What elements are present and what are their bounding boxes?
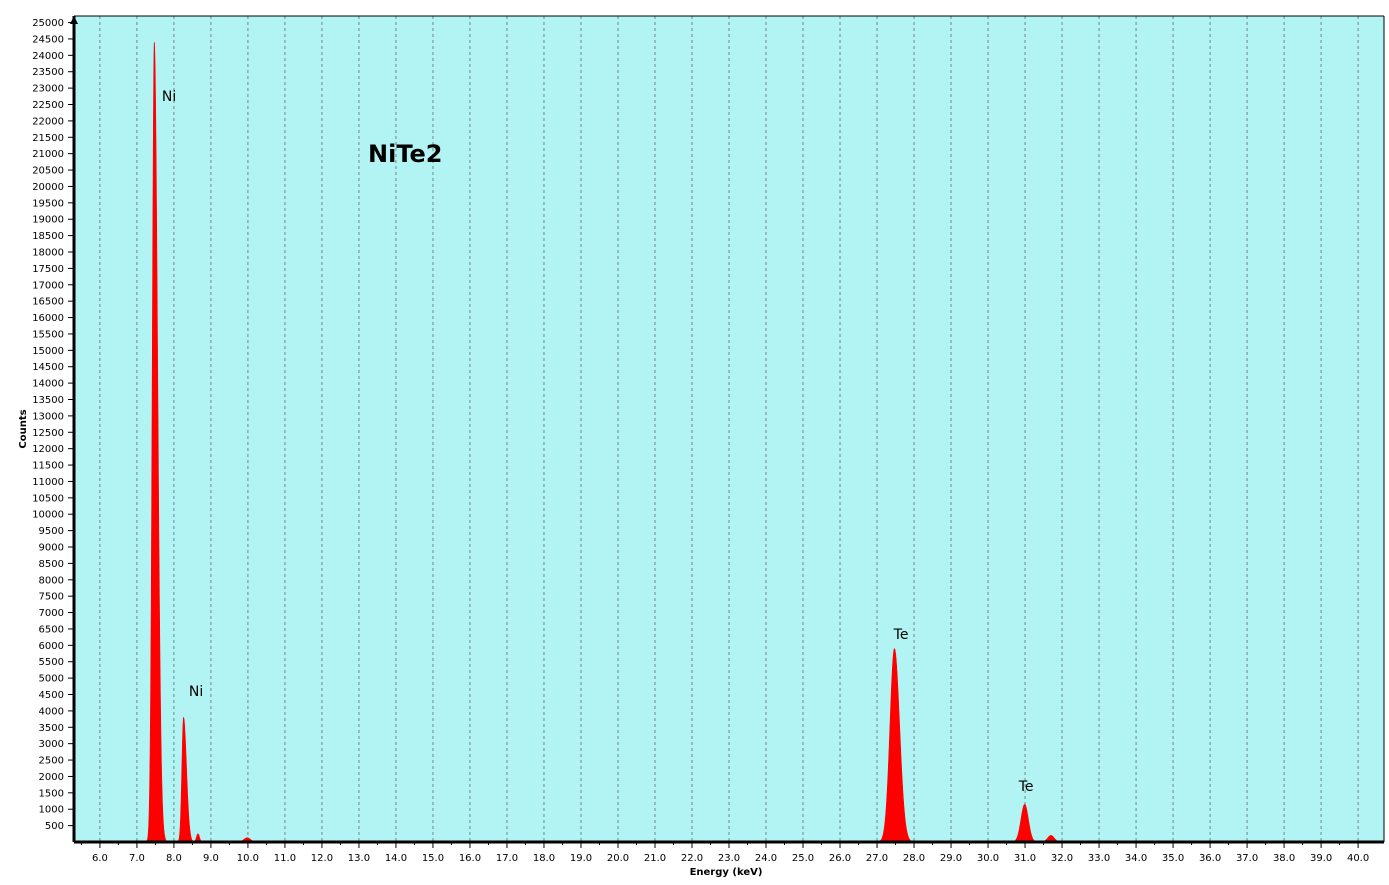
x-tick-label: 29.0 — [940, 853, 962, 864]
y-tick-label: 12000 — [32, 444, 64, 455]
y-tick-label: 17000 — [32, 280, 64, 291]
x-tick-label: 9.0 — [203, 853, 219, 864]
y-tick-label: 4000 — [39, 706, 64, 717]
y-tick-label: 8000 — [39, 575, 64, 586]
y-tick-label: 11500 — [32, 461, 64, 472]
x-tick-label: 26.0 — [829, 853, 851, 864]
peak-label: Ni — [189, 684, 203, 700]
y-tick-label: 5000 — [39, 674, 64, 685]
y-tick-label: 10000 — [32, 510, 64, 521]
y-axis-title: Counts — [18, 409, 29, 448]
y-tick-label: 20000 — [32, 182, 64, 193]
y-tick-label: 16500 — [32, 297, 64, 308]
x-tick-label: 15.0 — [422, 853, 444, 864]
x-tick-label: 38.0 — [1273, 853, 1295, 864]
y-tick-label: 18000 — [32, 248, 64, 259]
x-tick-label: 8.0 — [166, 853, 182, 864]
y-tick-label: 9500 — [39, 526, 64, 537]
x-tick-label: 37.0 — [1236, 853, 1258, 864]
x-tick-label: 31.0 — [1014, 853, 1036, 864]
y-tick-label: 11000 — [32, 477, 64, 488]
x-tick-label: 14.0 — [385, 853, 407, 864]
y-tick-label: 1000 — [39, 805, 64, 816]
x-tick-label: 23.0 — [718, 853, 740, 864]
y-tick-label: 14500 — [32, 362, 64, 373]
y-tick-label: 8500 — [39, 559, 64, 570]
x-tick-label: 33.0 — [1088, 853, 1110, 864]
x-tick-label: 25.0 — [792, 853, 814, 864]
x-tick-label: 20.0 — [607, 853, 629, 864]
x-tick-label: 34.0 — [1125, 853, 1147, 864]
y-tick-label: 5500 — [39, 657, 64, 668]
y-tick-label: 3000 — [39, 739, 64, 750]
x-tick-label: 40.0 — [1347, 853, 1369, 864]
y-tick-label: 6000 — [39, 641, 64, 652]
y-tick-label: 7000 — [39, 608, 64, 619]
y-tick-label: 9000 — [39, 543, 64, 554]
y-tick-label: 6500 — [39, 624, 64, 635]
y-tick-label: 14000 — [32, 379, 64, 390]
y-tick-label: 22500 — [32, 100, 64, 111]
x-tick-label: 27.0 — [866, 853, 888, 864]
y-tick-label: 19000 — [32, 215, 64, 226]
eds-spectrum-chart: 6.0 7.0 8.0 9.0 10.0 11.0 12.0 13.0 14.0 15.0 16.0… — [18, 15, 1385, 878]
y-tick-label: 4500 — [39, 690, 64, 701]
x-tick-label: 13.0 — [348, 853, 370, 864]
x-tick-label: 18.0 — [533, 853, 555, 864]
y-tick-label: 22000 — [32, 116, 64, 127]
y-tick-labels: 500 1000 1500 2000 2500 3000 3500 4000 4500 5000 5… — [32, 18, 74, 832]
x-tick-label: 16.0 — [459, 853, 481, 864]
y-tick-label: 18500 — [32, 231, 64, 242]
y-tick-label: 13500 — [32, 395, 64, 406]
y-tick-label: 12500 — [32, 428, 64, 439]
y-tick-label: 25000 — [32, 18, 64, 29]
y-tick-label: 2000 — [39, 772, 64, 783]
x-tick-label: 19.0 — [570, 853, 592, 864]
y-tick-label: 15500 — [32, 329, 64, 340]
y-tick-label: 2500 — [39, 756, 64, 767]
y-tick-label: 24500 — [32, 34, 64, 45]
x-axis-title: Energy (keV) — [690, 867, 763, 878]
y-tick-label: 10500 — [32, 493, 64, 504]
peak-label: Te — [1018, 779, 1034, 795]
y-tick-label: 16000 — [32, 313, 64, 324]
y-tick-label: 17500 — [32, 264, 64, 275]
peak-label: Te — [893, 627, 909, 643]
y-tick-label: 21000 — [32, 149, 64, 160]
x-tick-label: 35.0 — [1162, 853, 1184, 864]
x-tick-label: 39.0 — [1310, 853, 1332, 864]
x-tick-labels: 6.0 7.0 8.0 9.0 10.0 11.0 12.0 13.0 14.0 15.0 16.0… — [80, 842, 1369, 864]
x-tick-label: 7.0 — [129, 853, 145, 864]
x-tick-label: 17.0 — [496, 853, 518, 864]
y-tick-label: 24000 — [32, 51, 64, 62]
x-tick-label: 6.0 — [92, 853, 108, 864]
y-tick-label: 20500 — [32, 166, 64, 177]
y-tick-label: 1500 — [39, 788, 64, 799]
y-tick-label: 13000 — [32, 411, 64, 422]
x-tick-label: 36.0 — [1199, 853, 1221, 864]
x-tick-label: 24.0 — [755, 853, 777, 864]
y-tick-label: 23500 — [32, 67, 64, 78]
x-tick-label: 32.0 — [1051, 853, 1073, 864]
x-tick-label: 22.0 — [681, 853, 703, 864]
y-tick-label: 500 — [45, 821, 64, 832]
y-tick-label: 15000 — [32, 346, 64, 357]
x-tick-label: 11.0 — [274, 853, 296, 864]
x-tick-label: 12.0 — [311, 853, 333, 864]
x-tick-label: 28.0 — [903, 853, 925, 864]
x-tick-label: 21.0 — [644, 853, 666, 864]
y-tick-label: 7500 — [39, 592, 64, 603]
y-tick-label: 23000 — [32, 84, 64, 95]
chart-title: NiTe2 — [368, 140, 442, 168]
x-tick-label: 30.0 — [977, 853, 999, 864]
y-tick-label: 21500 — [32, 133, 64, 144]
peak-label: Ni — [162, 89, 176, 105]
x-tick-label: 10.0 — [237, 853, 259, 864]
y-tick-label: 3500 — [39, 723, 64, 734]
y-tick-label: 19500 — [32, 198, 64, 209]
